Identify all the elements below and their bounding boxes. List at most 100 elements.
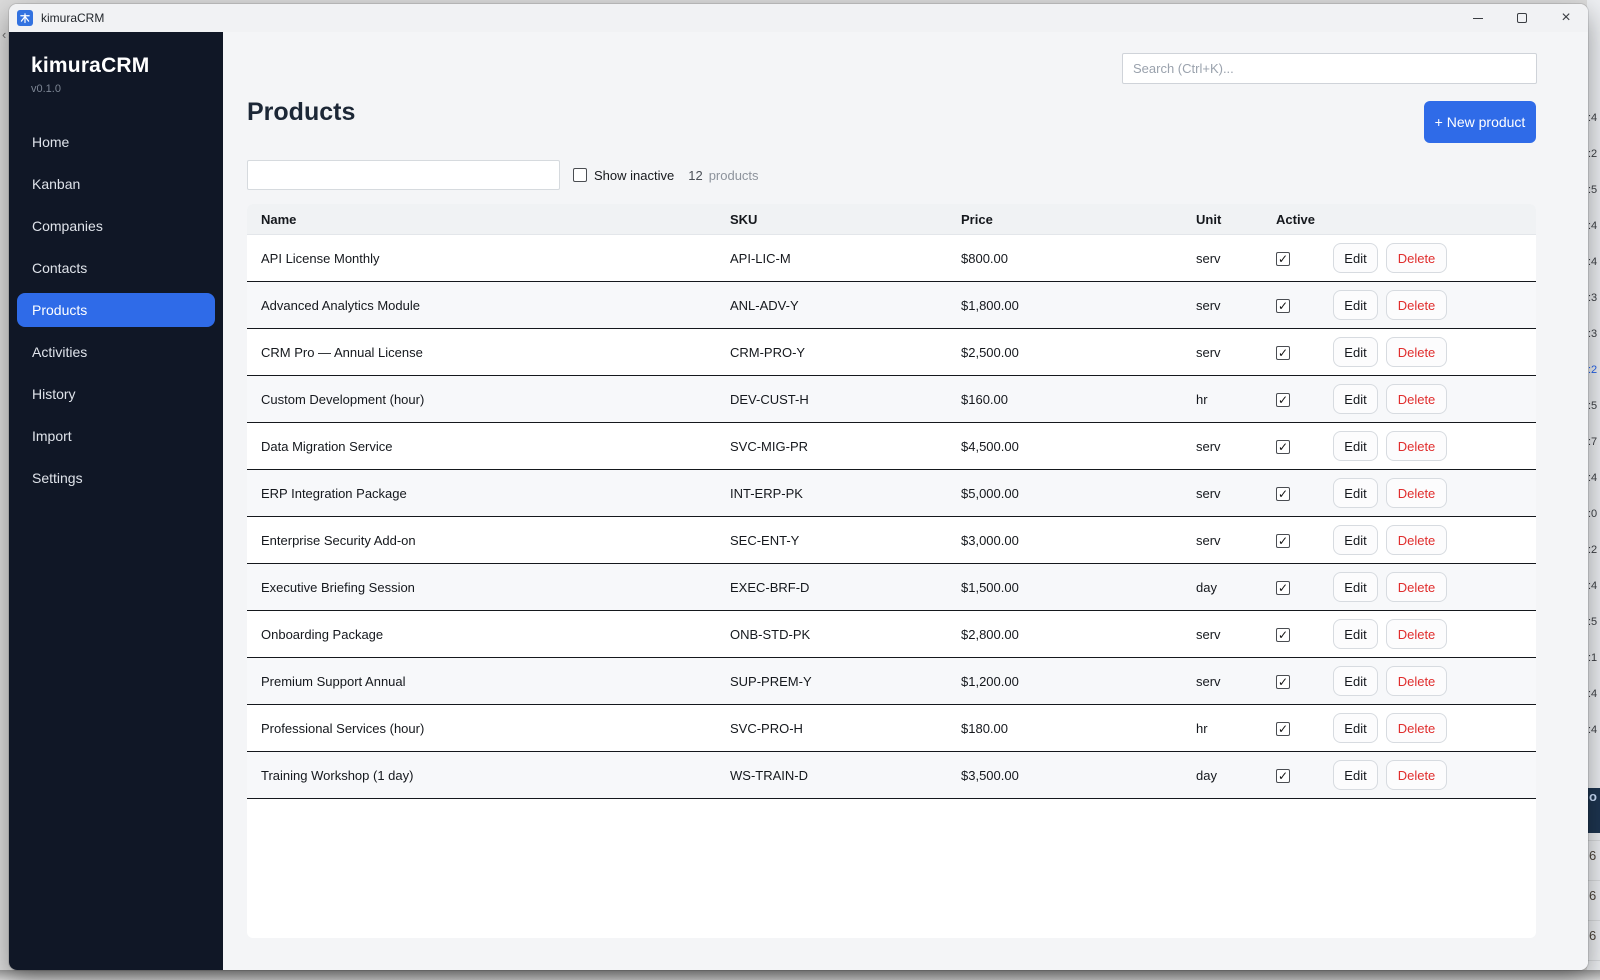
cell-name: Professional Services (hour) <box>261 721 730 736</box>
cell-name: Advanced Analytics Module <box>261 298 730 313</box>
cell-active: ✓ <box>1276 298 1333 313</box>
cell-sku: SVC-PRO-H <box>730 721 961 736</box>
active-checkbox[interactable]: ✓ <box>1276 675 1290 689</box>
delete-button[interactable]: Delete <box>1386 713 1447 743</box>
background-text-fragment: :2 <box>1588 148 1597 160</box>
delete-button[interactable]: Delete <box>1386 431 1447 461</box>
background-text-fragment: :4 <box>1588 688 1597 700</box>
background-text-fragment: :2 <box>1588 364 1597 376</box>
active-checkbox[interactable]: ✓ <box>1276 628 1290 642</box>
table-row: Custom Development (hour)DEV-CUST-H$160.… <box>247 376 1536 423</box>
brand-version: v0.1.0 <box>31 83 223 95</box>
sidebar-item-history[interactable]: History <box>17 373 215 415</box>
table-row: Advanced Analytics ModuleANL-ADV-Y$1,800… <box>247 282 1536 329</box>
edit-button[interactable]: Edit <box>1333 290 1378 320</box>
maximize-icon <box>1517 13 1527 23</box>
cell-unit: day <box>1196 768 1276 783</box>
edit-button[interactable]: Edit <box>1333 525 1378 555</box>
edit-button[interactable]: Edit <box>1333 384 1378 414</box>
close-button[interactable]: × <box>1544 4 1588 32</box>
background-window-edge: :4:2:5:4:4:3:3:2:5:7:4:0:2:4:5:1:4:4o666… <box>1587 0 1600 970</box>
cell-name: ERP Integration Package <box>261 486 730 501</box>
active-checkbox[interactable]: ✓ <box>1276 252 1290 266</box>
maximize-button[interactable] <box>1500 4 1544 32</box>
delete-button[interactable]: Delete <box>1386 525 1447 555</box>
background-digit-fragment: 6 <box>1589 848 1596 863</box>
delete-button[interactable]: Delete <box>1386 243 1447 273</box>
show-inactive-checkbox[interactable] <box>573 168 587 182</box>
active-checkbox[interactable]: ✓ <box>1276 440 1290 454</box>
sidebar-nav: HomeKanbanCompaniesContacts Products Activ… <box>9 121 223 499</box>
delete-button[interactable]: Delete <box>1386 478 1447 508</box>
sidebar-item-home[interactable]: Home <box>17 121 215 163</box>
cell-active: ✓ <box>1276 721 1333 736</box>
delete-button[interactable]: Delete <box>1386 572 1447 602</box>
column-header-name: Name <box>261 212 730 227</box>
sidebar-item-companies[interactable]: Companies <box>17 205 215 247</box>
edit-button[interactable]: Edit <box>1333 713 1378 743</box>
delete-button[interactable]: Delete <box>1386 384 1447 414</box>
background-text-fragment: :4 <box>1588 256 1597 268</box>
background-row-divider <box>1587 920 1600 921</box>
sidebar-item-contacts[interactable]: Contacts <box>17 247 215 289</box>
edit-button[interactable]: Edit <box>1333 431 1378 461</box>
active-checkbox[interactable]: ✓ <box>1276 299 1290 313</box>
cell-active: ✓ <box>1276 486 1333 501</box>
active-checkbox[interactable]: ✓ <box>1276 722 1290 736</box>
active-checkbox[interactable]: ✓ <box>1276 393 1290 407</box>
table-row: Professional Services (hour)SVC-PRO-H$18… <box>247 705 1536 752</box>
minimize-button[interactable] <box>1456 4 1500 32</box>
edit-button[interactable]: Edit <box>1333 478 1378 508</box>
cell-name: Executive Briefing Session <box>261 580 730 595</box>
cell-unit: serv <box>1196 439 1276 454</box>
delete-button[interactable]: Delete <box>1386 337 1447 367</box>
edit-button[interactable]: Edit <box>1333 337 1378 367</box>
window-controls: × <box>1456 4 1588 32</box>
sidebar-item-products[interactable]: Products <box>17 293 215 327</box>
edit-button[interactable]: Edit <box>1333 243 1378 273</box>
cell-actions: Edit Delete <box>1333 666 1536 696</box>
table-row: CRM Pro — Annual LicenseCRM-PRO-Y$2,500.… <box>247 329 1536 376</box>
sidebar-item-import[interactable]: Import <box>17 415 215 457</box>
delete-button[interactable]: Delete <box>1386 619 1447 649</box>
active-checkbox[interactable]: ✓ <box>1276 534 1290 548</box>
active-checkbox[interactable]: ✓ <box>1276 769 1290 783</box>
column-header-sku: SKU <box>730 212 961 227</box>
sidebar-item-settings[interactable]: Settings <box>17 457 215 499</box>
active-checkbox[interactable]: ✓ <box>1276 346 1290 360</box>
cell-unit: serv <box>1196 298 1276 313</box>
edit-button[interactable]: Edit <box>1333 760 1378 790</box>
background-digit-fragment: 6 <box>1589 888 1596 903</box>
active-checkbox[interactable]: ✓ <box>1276 581 1290 595</box>
background-header-fragment: o <box>1587 788 1600 833</box>
edit-button[interactable]: Edit <box>1333 666 1378 696</box>
column-header-unit: Unit <box>1196 212 1276 227</box>
new-product-button[interactable]: + New product <box>1424 101 1536 143</box>
product-filter-input[interactable] <box>247 160 560 190</box>
delete-button[interactable]: Delete <box>1386 666 1447 696</box>
window-body: kimuraCRM v0.1.0 HomeKanbanCompaniesCont… <box>9 32 1588 970</box>
background-text-fragment: :2 <box>1588 544 1597 556</box>
sidebar-item-activities[interactable]: Activities <box>17 331 215 373</box>
active-checkbox[interactable]: ✓ <box>1276 487 1290 501</box>
search-input[interactable] <box>1122 53 1537 84</box>
cell-price: $4,500.00 <box>961 439 1196 454</box>
table-row: Data Migration ServiceSVC-MIG-PR$4,500.0… <box>247 423 1536 470</box>
background-text-fragment: :4 <box>1588 580 1597 592</box>
edit-button[interactable]: Edit <box>1333 572 1378 602</box>
sidebar-item-kanban[interactable]: Kanban <box>17 163 215 205</box>
cell-sku: CRM-PRO-Y <box>730 345 961 360</box>
sidebar: kimuraCRM v0.1.0 HomeKanbanCompaniesCont… <box>9 32 223 970</box>
background-text-fragment: :3 <box>1588 328 1597 340</box>
table-header: Name SKU Price Unit Active <box>247 204 1536 235</box>
cell-actions: Edit Delete <box>1333 431 1536 461</box>
cell-sku: SVC-MIG-PR <box>730 439 961 454</box>
product-count: 12 <box>688 168 702 183</box>
cell-name: Custom Development (hour) <box>261 392 730 407</box>
edit-button[interactable]: Edit <box>1333 619 1378 649</box>
delete-button[interactable]: Delete <box>1386 760 1447 790</box>
background-text-fragment: :3 <box>1588 292 1597 304</box>
cell-name: Training Workshop (1 day) <box>261 768 730 783</box>
delete-button[interactable]: Delete <box>1386 290 1447 320</box>
cell-price: $2,500.00 <box>961 345 1196 360</box>
